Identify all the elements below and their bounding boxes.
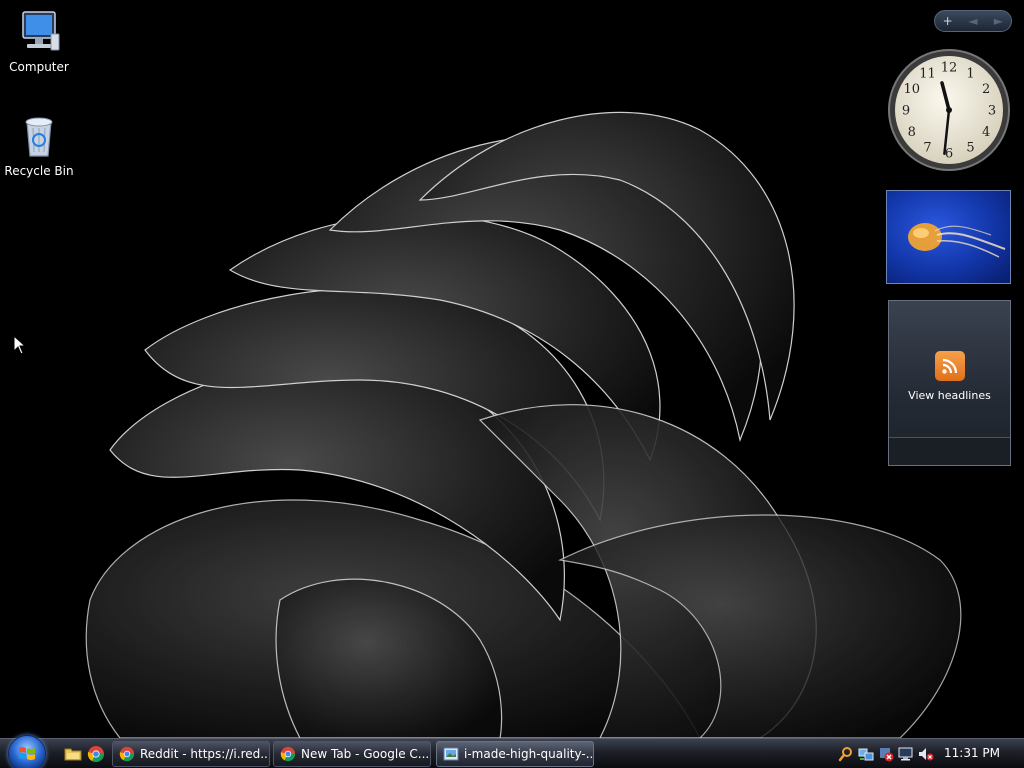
chrome-icon — [280, 746, 296, 762]
feed-headlines-gadget[interactable]: View headlines — [888, 300, 1011, 466]
desktop-icon-label: Recycle Bin — [4, 164, 74, 178]
clock-numeral: 5 — [966, 141, 974, 156]
slideshow-gadget[interactable] — [886, 190, 1011, 284]
sidebar-controls: + ◄ ► — [934, 10, 1012, 32]
windows-logo-icon — [19, 747, 35, 760]
desktop-icon-computer[interactable]: Computer — [0, 8, 78, 74]
volume-muted-icon[interactable] — [918, 746, 934, 762]
clock-numeral: 11 — [919, 66, 936, 81]
search-icon[interactable] — [838, 746, 854, 762]
mouse-pointer-icon — [13, 335, 27, 355]
jellyfish-photo — [908, 223, 1006, 258]
taskbar-button-new-tab[interactable]: New Tab - Google C... — [273, 741, 431, 767]
taskbar-clock[interactable]: 11:31 PM — [944, 746, 1000, 760]
desktop-icon-label: Computer — [9, 60, 69, 74]
chrome-icon[interactable] — [87, 745, 105, 763]
desktop-wallpaper — [0, 0, 1024, 738]
desktop-icon-recycle-bin[interactable]: Recycle Bin — [0, 112, 78, 178]
network-icon[interactable] — [858, 746, 874, 762]
feed-footer — [889, 437, 1010, 465]
explorer-icon[interactable] — [64, 745, 82, 763]
clock-numeral: 8 — [908, 125, 916, 140]
next-page-button[interactable]: ► — [988, 14, 1008, 28]
taskbar: Reddit - https://i.red... New Tab - Goog… — [0, 735, 1024, 768]
clock-numeral: 12 — [941, 61, 958, 76]
rss-icon — [934, 351, 965, 381]
previous-page-button[interactable]: ◄ — [963, 14, 983, 28]
taskbar-button-image-viewer[interactable]: i-made-high-quality-... — [436, 741, 594, 767]
taskbar-button-label: New Tab - Google C... — [301, 747, 430, 761]
taskbar-button-reddit[interactable]: Reddit - https://i.red... — [112, 741, 270, 767]
taskbar-button-label: i-made-high-quality-... — [464, 747, 594, 761]
clock-numeral: 1 — [966, 66, 974, 81]
view-headlines-link[interactable]: View headlines — [889, 389, 1010, 402]
clock-numeral: 4 — [982, 125, 990, 140]
image-viewer-icon — [443, 747, 459, 761]
taskbar-button-label: Reddit - https://i.red... — [140, 747, 270, 761]
clock-numeral: 9 — [902, 104, 910, 119]
clock-numeral: 3 — [988, 104, 996, 119]
security-alert-icon[interactable] — [878, 746, 894, 762]
chrome-icon — [119, 746, 135, 762]
clock-numeral: 2 — [982, 82, 990, 97]
add-gadget-button[interactable]: + — [938, 14, 958, 28]
computer-icon — [22, 11, 60, 51]
recycle-bin-icon — [25, 117, 53, 157]
clock-numeral: 7 — [923, 141, 931, 156]
display-icon[interactable] — [898, 746, 914, 762]
start-button[interactable] — [8, 735, 46, 768]
clock-numeral: 10 — [904, 82, 921, 97]
clock-gadget[interactable]: 1234567891011 12 — [887, 48, 1011, 172]
